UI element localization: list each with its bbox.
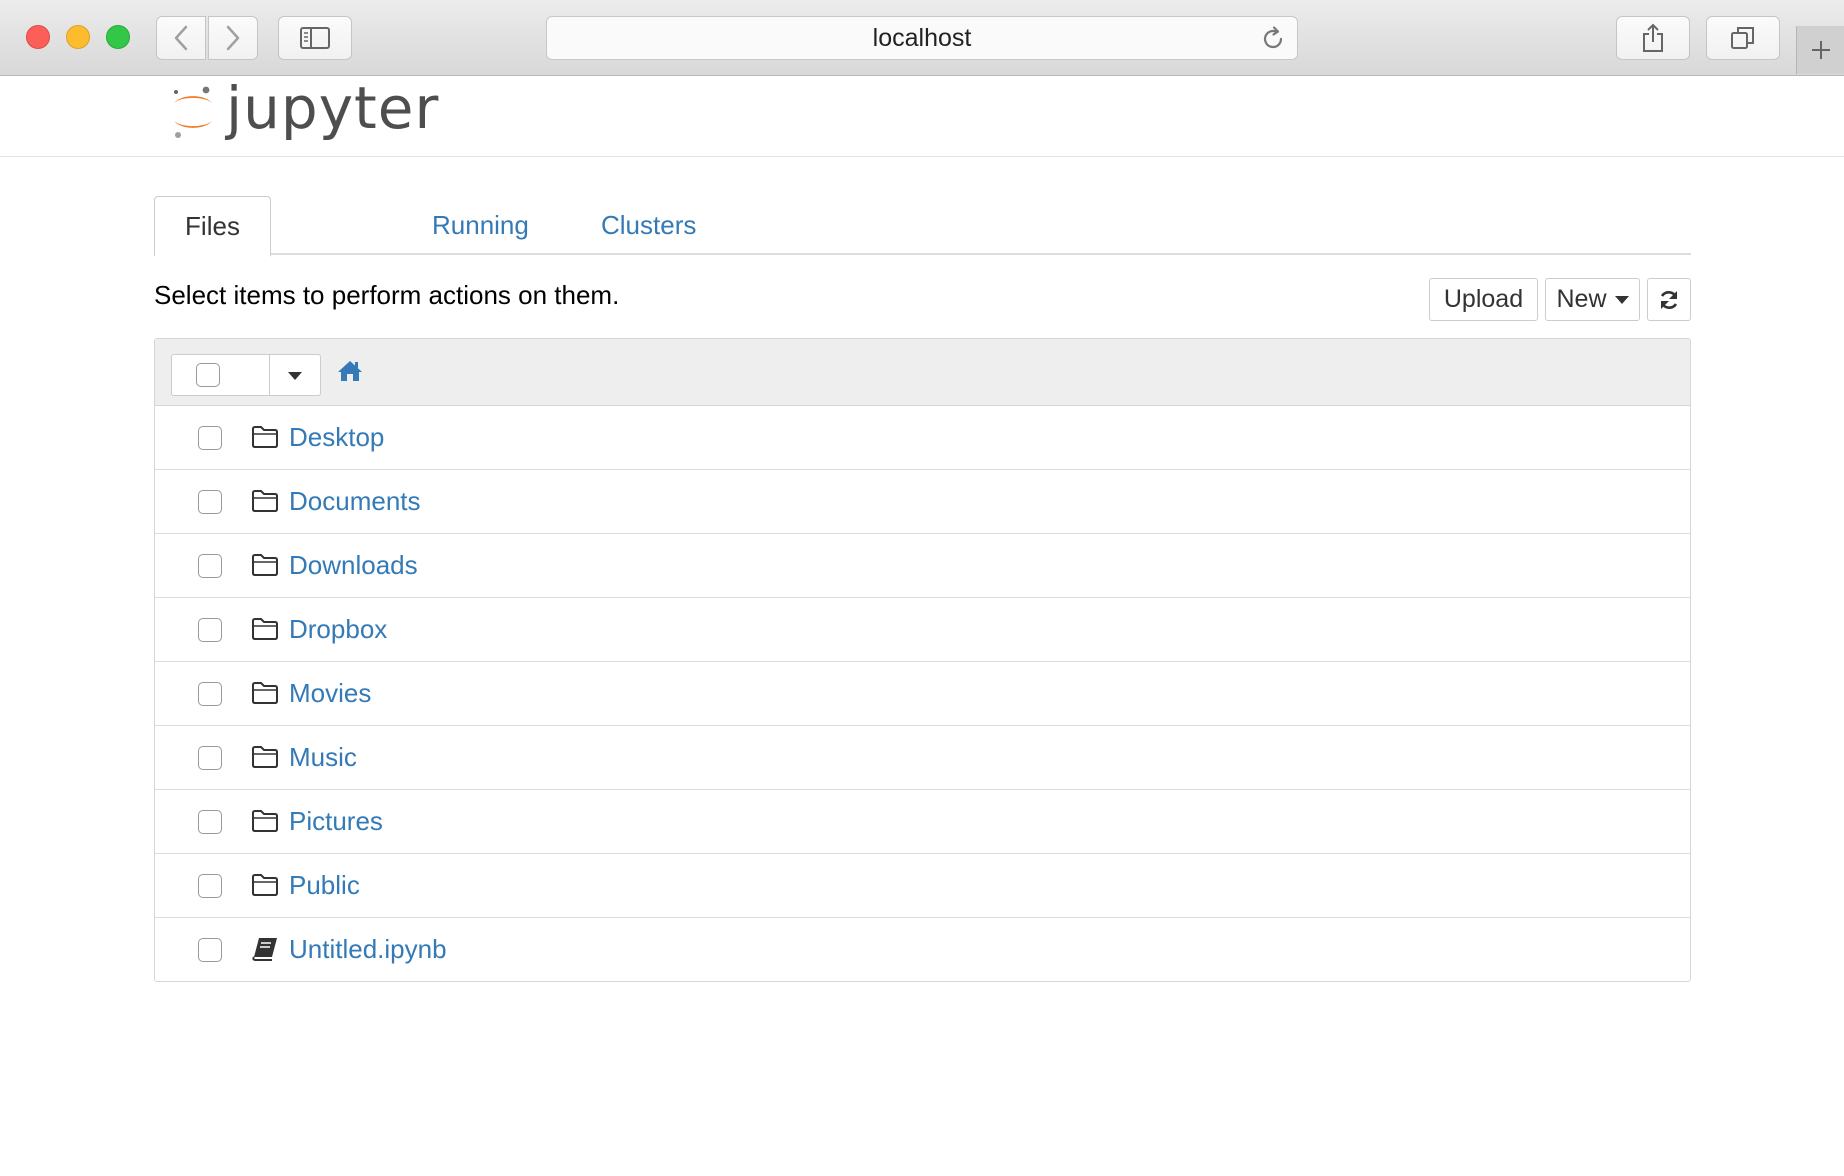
file-name-link[interactable]: Movies	[289, 678, 371, 709]
refresh-button[interactable]	[1647, 278, 1691, 321]
file-name-link[interactable]: Untitled.ipynb	[289, 934, 447, 965]
item-checkbox[interactable]	[198, 618, 222, 642]
list-item[interactable]: Untitled.ipynb	[155, 918, 1690, 981]
file-name-link[interactable]: Documents	[289, 486, 421, 517]
close-window-button[interactable]	[26, 25, 50, 49]
back-button[interactable]	[156, 16, 206, 60]
select-all-box[interactable]	[172, 355, 270, 395]
list-item[interactable]: Dropbox	[155, 598, 1690, 662]
item-checkbox[interactable]	[198, 554, 222, 578]
minimize-window-button[interactable]	[66, 25, 90, 49]
list-item[interactable]: Downloads	[155, 534, 1690, 598]
item-checkbox[interactable]	[198, 682, 222, 706]
reload-icon[interactable]	[1259, 25, 1287, 53]
list-item[interactable]: Music	[155, 726, 1690, 790]
jupyter-logo-icon	[174, 86, 212, 138]
file-name-link[interactable]: Desktop	[289, 422, 384, 453]
new-tab-button[interactable]	[1796, 26, 1844, 74]
select-dropdown-button[interactable]	[270, 355, 320, 395]
folder-icon	[252, 490, 278, 512]
file-name-link[interactable]: Downloads	[289, 550, 418, 581]
tab-clusters[interactable]: Clusters	[601, 196, 696, 255]
item-checkbox[interactable]	[198, 746, 222, 770]
folder-icon	[252, 874, 278, 896]
list-item[interactable]: Pictures	[155, 790, 1690, 854]
tab-files[interactable]: Files	[154, 196, 271, 257]
tabs-overview-icon	[1731, 27, 1754, 49]
show-tabs-button[interactable]	[1706, 16, 1780, 60]
upload-button[interactable]: Upload	[1429, 278, 1538, 321]
refresh-icon	[1660, 290, 1678, 309]
folder-icon	[252, 554, 278, 576]
new-dropdown-button[interactable]: New	[1545, 278, 1640, 321]
file-name-link[interactable]: Music	[289, 742, 357, 773]
new-label: New	[1556, 285, 1607, 313]
browser-toolbar: localhost	[0, 0, 1844, 76]
item-checkbox[interactable]	[198, 426, 222, 450]
folder-icon	[252, 746, 278, 768]
list-item[interactable]: Desktop	[155, 406, 1690, 470]
share-icon	[1643, 23, 1663, 52]
file-list: Desktop Documents Downloads Dropbox Movi…	[154, 338, 1691, 982]
folder-icon	[252, 426, 278, 448]
plus-icon	[1811, 41, 1830, 59]
list-item[interactable]: Movies	[155, 662, 1690, 726]
zoom-window-button[interactable]	[106, 25, 130, 49]
item-checkbox[interactable]	[198, 938, 222, 962]
file-name-link[interactable]: Dropbox	[289, 614, 387, 645]
logo-wordmark: jupyter	[226, 74, 440, 142]
folder-icon	[252, 810, 278, 832]
list-item[interactable]: Documents	[155, 470, 1690, 534]
chevron-right-icon	[226, 25, 240, 51]
item-checkbox[interactable]	[198, 810, 222, 834]
tab-running[interactable]: Running	[432, 196, 529, 255]
folder-icon	[252, 618, 278, 640]
notebook-icon	[252, 938, 277, 961]
address-text: localhost	[872, 23, 972, 52]
selection-hint: Select items to perform actions on them.	[154, 280, 620, 310]
file-name-link[interactable]: Public	[289, 870, 360, 901]
address-bar[interactable]: localhost	[546, 16, 1298, 60]
share-button[interactable]	[1616, 16, 1690, 60]
folder-icon	[252, 682, 278, 704]
forward-button[interactable]	[208, 16, 258, 60]
sidebar-toggle-button[interactable]	[278, 16, 352, 60]
upload-label: Upload	[1443, 285, 1524, 313]
sidebar-icon	[300, 27, 330, 49]
home-icon[interactable]	[337, 360, 363, 382]
select-all-control	[171, 354, 321, 396]
file-list-header	[155, 339, 1690, 406]
chevron-left-icon	[174, 25, 188, 51]
item-checkbox[interactable]	[198, 490, 222, 514]
caret-down-icon	[288, 372, 302, 380]
item-checkbox[interactable]	[198, 874, 222, 898]
jupyter-logo[interactable]: jupyter	[170, 79, 439, 141]
jupyter-header: jupyter	[0, 77, 1844, 157]
main-tabs: Files Running Clusters	[154, 196, 1691, 257]
file-name-link[interactable]: Pictures	[289, 806, 383, 837]
caret-down-icon	[1614, 295, 1629, 304]
select-all-checkbox[interactable]	[196, 363, 220, 387]
list-item[interactable]: Public	[155, 854, 1690, 918]
